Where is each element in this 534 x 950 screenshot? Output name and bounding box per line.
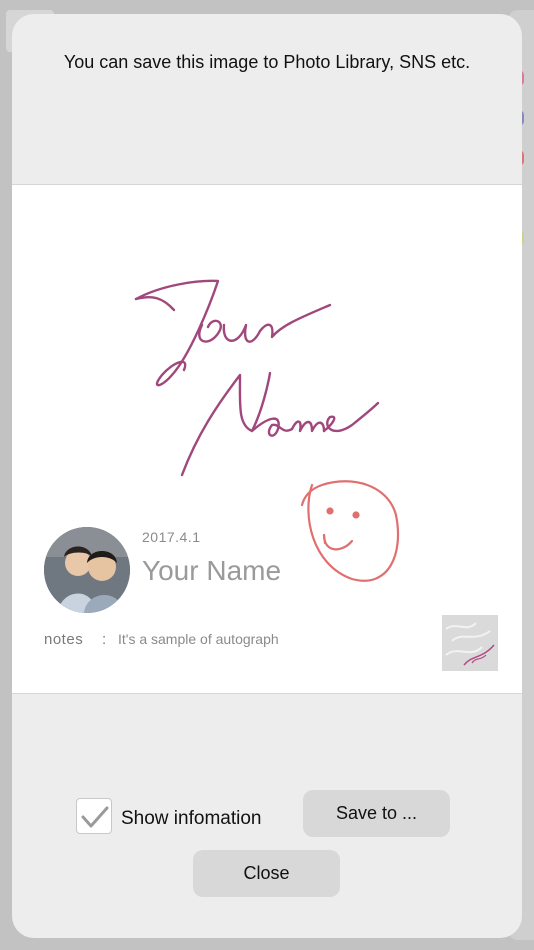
notes-text: It's a sample of autograph [118, 631, 279, 647]
autograph-stamp-logo [442, 615, 498, 671]
smiley-eye [326, 507, 334, 515]
autograph-date: 2017.4.1 [142, 529, 201, 545]
notes-separator: : [102, 631, 107, 648]
close-button[interactable]: Close [193, 850, 340, 897]
avatar [44, 527, 130, 613]
show-information-checkbox[interactable] [76, 798, 112, 834]
checkmark-icon [81, 806, 109, 828]
autograph-card: 2017.4.1 Your Name notes : It's a sample… [12, 184, 522, 694]
save-to-button[interactable]: Save to ... [303, 790, 450, 837]
notes-label: notes [44, 631, 84, 648]
autograph-name: Your Name [142, 555, 282, 586]
save-dialog: You can save this image to Photo Library… [12, 14, 522, 938]
stamp-pattern-icon [442, 615, 498, 671]
avatar-photo-icon [44, 527, 130, 613]
dialog-message: You can save this image to Photo Library… [63, 52, 471, 72]
smiley-drawing [300, 480, 400, 582]
smiley-eye [352, 511, 360, 519]
signature-strokes [134, 279, 380, 477]
show-information-label[interactable]: Show infomation [121, 808, 261, 830]
